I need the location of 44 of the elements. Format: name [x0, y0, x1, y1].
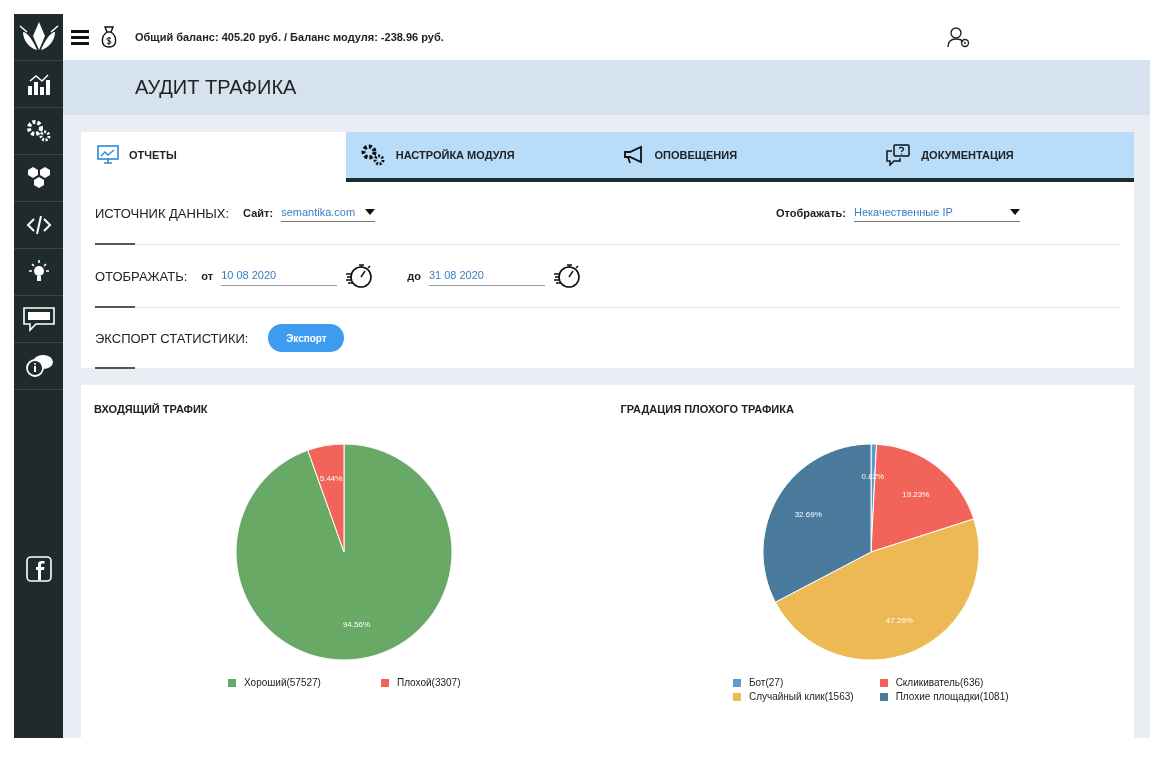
megaphone-icon [622, 145, 645, 165]
stopwatch-icon[interactable] [552, 262, 581, 290]
display-dropdown[interactable]: Некачественные IP [854, 204, 1020, 222]
legend-label: Скликиватель(636) [895, 677, 984, 688]
legend-label: Плохой(3307) [396, 677, 461, 688]
caret-icon [365, 209, 376, 215]
legend-label: Хороший(57527) [244, 677, 321, 688]
field-label: ИСТОЧНИК ДАННЫХ: [95, 205, 230, 221]
field-label: ОТОБРАЖАТЬ: [95, 268, 188, 284]
monitor-chart-icon [97, 145, 119, 165]
field-label: Сайт: [243, 207, 274, 219]
field-label: до [407, 270, 421, 282]
slice-label: 5.44% [320, 473, 343, 483]
gears-icon [359, 143, 386, 167]
user-settings-icon[interactable] [946, 25, 972, 49]
slice-label: 47.26% [885, 615, 913, 625]
menu-icon[interactable] [71, 29, 89, 45]
legend-label: Бот(27) [748, 677, 784, 688]
chat-info-icon[interactable] [23, 353, 54, 379]
balance-text: Общий баланс: 405.20 руб. / Баланс модуля: -238.96 руб. [135, 31, 444, 43]
chart-title: ГРАДАЦИЯ ПЛОХОГО ТРАФИКА [620, 403, 794, 415]
field-label: от [201, 270, 214, 282]
chart-title: ВХОДЯЩИЙ ТРАФИК [94, 403, 208, 415]
hexagons-icon[interactable] [25, 166, 52, 190]
money-bag-icon [99, 25, 119, 49]
field-label: ЭКСПОРТ СТАТИСТИКИ: [95, 330, 249, 346]
slice-label: 94.56% [343, 620, 371, 630]
slice-label: 19.23% [902, 489, 930, 499]
stopwatch-icon[interactable] [345, 262, 374, 290]
export-button[interactable]: Экспорт [268, 324, 345, 352]
caret-icon [1010, 209, 1020, 215]
gears-icon[interactable] [25, 119, 52, 143]
field-label: Отображать: [776, 207, 846, 219]
legend-label: Плохие площадки(1081) [895, 691, 1009, 702]
slice-label: 32.69% [794, 510, 822, 519]
faq-bubble-icon[interactable] [21, 306, 56, 332]
tab[interactable]: ОТЧЕТЫ [81, 132, 346, 182]
site-dropdown[interactable]: semantika.com [281, 204, 376, 222]
bar-chart-icon[interactable] [26, 73, 51, 95]
help-bubbles-icon [885, 144, 912, 166]
facebook-icon[interactable] [25, 556, 52, 582]
code-icon[interactable] [25, 214, 52, 236]
legend-label: Случайный клик(1563) [748, 691, 854, 702]
page-title: АУДИТ ТРАФИКА [135, 76, 297, 99]
